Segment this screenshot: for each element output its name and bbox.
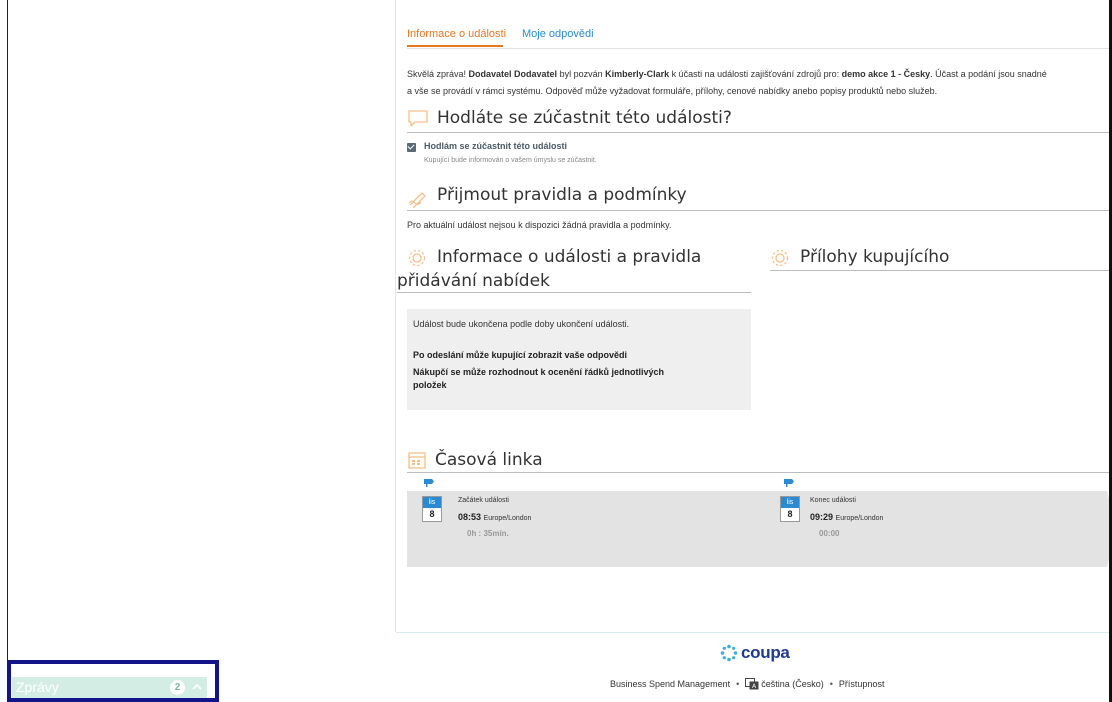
start-date-calendar-icon: lis 8 xyxy=(422,496,442,522)
end-month: lis xyxy=(781,497,799,508)
time-remaining: 00:00 xyxy=(819,529,840,538)
timeline-title: Časová linka xyxy=(435,450,543,470)
end-timezone: Europe/London xyxy=(835,515,884,522)
tab-my-responses[interactable]: Moje odpovědi xyxy=(522,28,594,40)
tab-event-info[interactable]: Informace o události xyxy=(407,28,506,40)
messages-widget[interactable]: Zprávy 2 xyxy=(7,660,219,702)
speech-bubble-icon xyxy=(408,110,428,127)
pen-sign-icon xyxy=(408,192,426,208)
coupa-logo-icon xyxy=(720,644,738,662)
language-selector[interactable]: A čeština (Česko) xyxy=(745,678,824,690)
active-tab-indicator xyxy=(407,45,503,47)
start-time-value: 08:53 xyxy=(458,512,482,522)
end-time-value: 09:29 xyxy=(810,512,834,522)
start-event-label: Začátek události xyxy=(458,497,509,504)
gear-icon xyxy=(408,249,426,267)
rules-title: Přijmout pravidla a podmínky xyxy=(437,185,687,205)
end-date-calendar-icon: lis 8 xyxy=(780,496,800,522)
start-day: 8 xyxy=(429,509,435,519)
messages-count-badge: 2 xyxy=(170,680,185,695)
end-day: 8 xyxy=(787,509,793,519)
rules-text: Pro aktuální událost nejsou k dispozici … xyxy=(407,220,672,230)
flag-pin-icon xyxy=(424,479,434,487)
start-timezone: Europe/London xyxy=(483,515,532,522)
participate-help-text: Kupující bude informován o vašem úmyslu … xyxy=(424,157,597,164)
section-divider xyxy=(770,270,1112,271)
event-rules-box: Událost bude ukončena podle doby ukončen… xyxy=(407,309,751,410)
separator: • xyxy=(736,679,740,689)
coupa-logo-text: coupa xyxy=(741,643,790,662)
left-frame-border xyxy=(7,0,8,702)
rule-line-item-award-cont: položek xyxy=(413,380,447,390)
intro-text: byl pozván xyxy=(557,69,606,79)
buyer-attachments-title: Přílohy kupujícího xyxy=(800,247,950,267)
start-time: 08:53 Europe/London xyxy=(458,512,531,522)
intro-text: Skvělá zpráva! xyxy=(407,69,469,79)
intro-text: k účasti na události zajišťování zdrojů … xyxy=(669,69,842,79)
tab-bar: Informace o události Moje odpovědi xyxy=(407,25,1112,49)
event-info-title: Informace o události a pravidla xyxy=(437,247,702,267)
chevron-up-icon[interactable] xyxy=(190,680,204,694)
gear-icon xyxy=(771,249,789,267)
start-month: lis xyxy=(423,497,441,508)
business-spend-management-link[interactable]: Business Spend Management xyxy=(610,679,730,689)
event-duration: 0h : 35min. xyxy=(467,529,509,538)
section-divider xyxy=(397,292,751,293)
participate-checkbox-label[interactable]: Hodlám se zúčastnit této události xyxy=(424,141,567,151)
buyer-name: Kimberly-Clark xyxy=(605,69,670,79)
participate-title: Hodláte se zúčastnit této události? xyxy=(437,108,732,128)
end-event-label: Konec události xyxy=(810,497,856,504)
event-end-note: Událost bude ukončena podle doby ukončen… xyxy=(413,319,630,329)
calendar-icon xyxy=(408,452,426,469)
participate-checkbox[interactable] xyxy=(407,143,416,152)
messages-bar[interactable]: Zprávy 2 xyxy=(12,677,207,698)
rule-line-item-award: Nákupčí se může rozhodnout k ocenění řád… xyxy=(413,367,665,377)
language-label: čeština (Česko) xyxy=(761,679,824,689)
coupa-logo[interactable]: coupa xyxy=(720,643,790,663)
intro-text-line2: a vše se provádí v rámci systému. Odpově… xyxy=(407,86,938,96)
intro-text: . Účast a podání jsou snadné xyxy=(930,69,1047,79)
footer-divider xyxy=(396,632,1112,633)
section-divider xyxy=(407,472,1112,473)
flag-pin-icon xyxy=(784,479,794,487)
section-divider xyxy=(407,132,1112,133)
timeline-bar: lis 8 Začátek události 08:53 Europe/Lond… xyxy=(407,491,1107,567)
accessibility-link[interactable]: Přístupnost xyxy=(839,679,885,689)
intro-message: Skvělá zpráva! Dodavatel Dodavatel byl p… xyxy=(407,66,1107,100)
section-divider xyxy=(407,210,1112,211)
sidebar-divider xyxy=(395,0,396,632)
supplier-name: Dodavatel Dodavatel xyxy=(468,69,558,79)
messages-label: Zprávy xyxy=(16,679,59,695)
language-icon: A xyxy=(745,678,759,690)
footer-links: Business Spend Management • A čeština (Č… xyxy=(610,678,884,690)
separator: • xyxy=(829,679,833,689)
rule-buyer-view-responses: Po odeslání může kupující zobrazit vaše … xyxy=(413,350,628,360)
event-name: demo akce 1 - Česky xyxy=(841,69,931,79)
event-info-title-line2: přidávání nabídek xyxy=(397,271,550,291)
end-time: 09:29 Europe/London xyxy=(810,512,883,522)
